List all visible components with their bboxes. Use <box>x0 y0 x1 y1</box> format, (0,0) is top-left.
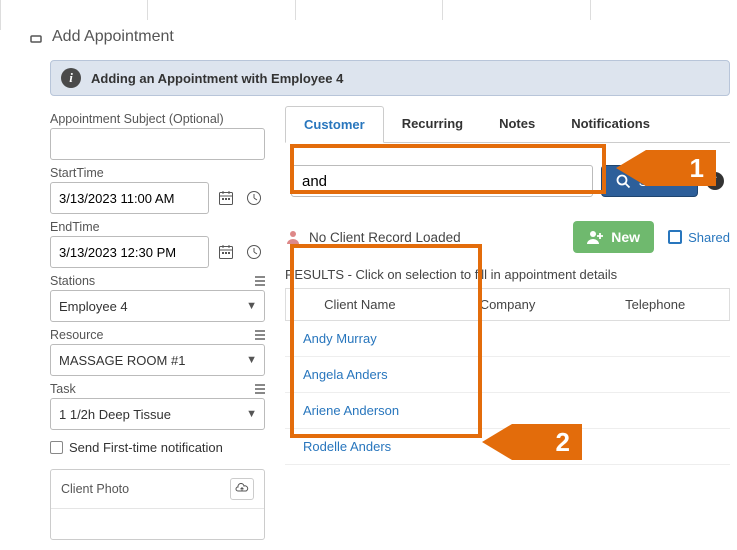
annotation-tag-1: 1 <box>616 150 716 186</box>
task-label: Task <box>50 382 265 396</box>
end-time-label: EndTime <box>50 220 265 234</box>
clock-icon[interactable] <box>243 241 265 263</box>
left-form-column: Appointment Subject (Optional) StartTime… <box>50 106 265 540</box>
phone-cell <box>582 321 730 356</box>
phone-cell <box>582 357 730 392</box>
col-client-name: Client Name <box>286 289 434 320</box>
info-banner: i Adding an Appointment with Employee 4 <box>50 60 730 96</box>
new-client-button[interactable]: New <box>573 221 654 253</box>
info-banner-text: Adding an Appointment with Employee 4 <box>91 71 343 86</box>
start-time-label: StartTime <box>50 166 265 180</box>
company-cell <box>433 357 581 392</box>
client-photo-label: Client Photo <box>61 482 129 496</box>
stations-select[interactable]: Employee 4 <box>50 290 265 322</box>
company-cell <box>433 393 581 428</box>
calendar-icon[interactable] <box>215 187 237 209</box>
end-time-row <box>50 236 265 268</box>
panel-title-text: Add Appointment <box>52 28 174 46</box>
window-restore-icon <box>30 30 44 44</box>
task-select[interactable]: 1 1/2h Deep Tissue <box>50 398 265 430</box>
clock-icon[interactable] <box>243 187 265 209</box>
list-handle-icon <box>255 329 265 341</box>
company-cell <box>433 321 581 356</box>
panel-header: Add Appointment <box>20 20 737 54</box>
col-company: Company <box>434 289 582 320</box>
phone-cell <box>582 393 730 428</box>
resource-select[interactable]: MASSAGE ROOM #1 <box>50 344 265 376</box>
tab-recurring[interactable]: Recurring <box>384 106 481 142</box>
start-time-input[interactable] <box>50 182 209 214</box>
results-heading: RESULTS - Click on selection to fill in … <box>285 267 730 282</box>
client-photo-card: Client Photo <box>50 469 265 540</box>
table-row[interactable]: Angela Anders <box>285 357 730 393</box>
info-icon: i <box>61 68 81 88</box>
client-name-cell[interactable]: Andy Murray <box>285 321 433 356</box>
subject-input[interactable] <box>50 128 265 160</box>
list-handle-icon <box>255 275 265 287</box>
subject-label: Appointment Subject (Optional) <box>50 112 265 126</box>
results-table-header: Client Name Company Telephone <box>285 288 730 321</box>
tab-notes[interactable]: Notes <box>481 106 553 142</box>
tab-strip: Customer Recurring Notes Notifications <box>285 106 730 143</box>
start-time-row <box>50 182 265 214</box>
client-name-cell[interactable]: Angela Anders <box>285 357 433 392</box>
shared-checkbox[interactable]: Shared <box>668 230 730 245</box>
person-plus-icon <box>587 230 603 244</box>
add-appointment-panel: Add Appointment i Adding an Appointment … <box>20 20 737 550</box>
client-search-input[interactable] <box>291 165 593 197</box>
first-time-label: Send First-time notification <box>69 440 223 455</box>
list-handle-icon <box>255 383 265 395</box>
no-client-text: No Client Record Loaded <box>309 230 461 245</box>
resource-label: Resource <box>50 328 265 342</box>
checkbox-icon[interactable] <box>50 441 63 454</box>
tab-notifications[interactable]: Notifications <box>553 106 668 142</box>
end-time-input[interactable] <box>50 236 209 268</box>
client-name-cell[interactable]: Rodelle Anders <box>285 429 433 464</box>
calendar-icon[interactable] <box>215 241 237 263</box>
first-time-notification-row[interactable]: Send First-time notification <box>50 440 265 455</box>
person-icon <box>285 229 301 245</box>
upload-photo-button[interactable] <box>230 478 254 500</box>
stations-label: Stations <box>50 274 265 288</box>
table-row[interactable]: Andy Murray <box>285 321 730 357</box>
cloud-upload-icon <box>235 483 249 495</box>
col-telephone: Telephone <box>581 289 729 320</box>
checkbox-icon <box>668 230 682 244</box>
annotation-tag-2: 2 <box>482 424 582 460</box>
tab-customer[interactable]: Customer <box>285 106 384 143</box>
client-name-cell[interactable]: Ariene Anderson <box>285 393 433 428</box>
client-status-row: No Client Record Loaded New Shared <box>285 221 730 253</box>
phone-cell <box>582 429 730 464</box>
